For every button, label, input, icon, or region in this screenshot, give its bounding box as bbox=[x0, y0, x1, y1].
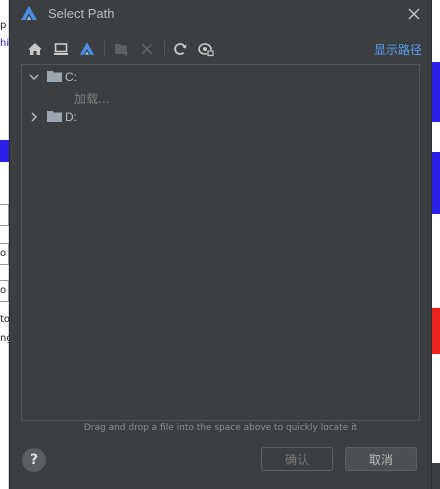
toolbar-separator bbox=[164, 41, 165, 57]
toolbar: 显示路径 bbox=[24, 38, 422, 60]
tree-node-d[interactable]: D: bbox=[22, 107, 419, 127]
new-folder-icon[interactable] bbox=[113, 40, 131, 58]
tree-node-c[interactable]: C: bbox=[22, 67, 419, 87]
refresh-icon[interactable] bbox=[171, 40, 189, 58]
chevron-right-icon[interactable] bbox=[28, 111, 40, 123]
background-field: o bbox=[0, 280, 9, 302]
background-field: o bbox=[0, 243, 9, 265]
tree-node-label: D: bbox=[65, 110, 77, 124]
help-button[interactable]: ? bbox=[22, 448, 46, 472]
tree-node-label: C: bbox=[65, 70, 77, 84]
drag-drop-hint: Drag and drop a file into the space abov… bbox=[83, 423, 358, 433]
background-field bbox=[0, 204, 9, 226]
loading-text: 加载... bbox=[74, 92, 110, 106]
desktop-icon[interactable] bbox=[52, 40, 70, 58]
dialog-title: Select Path bbox=[48, 6, 115, 21]
select-path-dialog: Select Path 显示路径 C: 加载... D: Drag and dr… bbox=[9, 0, 432, 489]
background-text: hi bbox=[0, 38, 10, 49]
toolbar-separator bbox=[104, 41, 105, 57]
background-gray-block bbox=[432, 463, 440, 489]
folder-icon bbox=[47, 111, 62, 122]
chevron-down-icon[interactable] bbox=[28, 71, 40, 83]
background-text: o bbox=[0, 248, 7, 259]
cancel-button[interactable]: 取消 bbox=[345, 447, 417, 471]
harmony-logo-icon bbox=[21, 6, 37, 20]
file-tree[interactable]: C: 加载... D: bbox=[21, 64, 420, 421]
home-icon[interactable] bbox=[26, 40, 44, 58]
hidden-files-icon[interactable] bbox=[197, 40, 215, 58]
folder-icon bbox=[47, 71, 62, 82]
background-blue-block bbox=[432, 152, 440, 214]
delete-icon[interactable] bbox=[138, 40, 156, 58]
title-bar[interactable]: Select Path bbox=[10, 0, 431, 28]
background-window-right bbox=[432, 0, 440, 489]
show-path-link[interactable]: 显示路径 bbox=[374, 41, 422, 58]
ok-button[interactable]: 确认 bbox=[261, 447, 333, 471]
background-text: p bbox=[0, 20, 7, 31]
background-text: o bbox=[0, 285, 7, 296]
project-icon[interactable] bbox=[78, 40, 96, 58]
background-blue-block bbox=[432, 62, 440, 122]
background-blue-block bbox=[0, 140, 9, 162]
close-icon[interactable] bbox=[405, 5, 423, 23]
background-red-block bbox=[432, 308, 440, 354]
background-window-left: p hi o o to ng bbox=[0, 0, 13, 489]
